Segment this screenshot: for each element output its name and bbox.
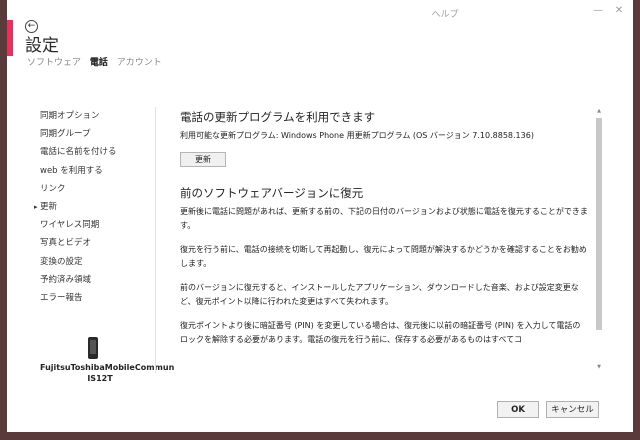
sidebar-item-sync-groups[interactable]: 同期グループ bbox=[40, 125, 152, 143]
settings-window: ヘルプ — ✕ ← 設定 ソフトウェア 電話 アカウント 同期オプション 同期グ… bbox=[7, 0, 633, 432]
sidebar-item-update[interactable]: 更新 bbox=[40, 198, 152, 216]
sidebar-item-links[interactable]: リンク bbox=[40, 180, 152, 198]
divider bbox=[155, 107, 156, 373]
restore-paragraph-3: 前のバージョンに復元すると、インストールしたアプリケーション、ダウンロードした音… bbox=[180, 283, 579, 306]
phone-icon bbox=[88, 337, 98, 359]
tab-software[interactable]: ソフトウェア bbox=[27, 58, 81, 68]
sidebar-item-photos-videos[interactable]: 写真とビデオ bbox=[40, 234, 152, 252]
restore-paragraph-4: 復元ポイントより後に暗証番号 (PIN) を変更している場合は、復元後に以前の暗… bbox=[180, 321, 581, 344]
update-info: 利用可能な更新プログラム: Windows Phone 用更新プログラム (OS… bbox=[180, 131, 534, 140]
sidebar-item-name-phone[interactable]: 電話に名前を付ける bbox=[40, 143, 152, 161]
restore-paragraph-2: 復元を行う前に、電話の接続を切断して再起動し、復元によって問題が解決するかどうか… bbox=[180, 245, 587, 268]
minimize-icon[interactable]: — bbox=[592, 5, 604, 17]
tab-phone[interactable]: 電話 bbox=[90, 58, 108, 68]
update-button[interactable]: 更新 bbox=[180, 152, 226, 167]
scroll-down-icon[interactable]: ▼ bbox=[596, 364, 602, 370]
restore-heading: 前のソフトウェアバージョンに復元 bbox=[180, 186, 364, 200]
cancel-button[interactable]: キャンセル bbox=[546, 401, 599, 418]
close-icon[interactable]: ✕ bbox=[613, 5, 625, 17]
sidebar-item-use-web[interactable]: web を利用する bbox=[40, 162, 152, 180]
update-heading: 電話の更新プログラムを利用できます bbox=[180, 110, 376, 124]
sidebar-item-error-report[interactable]: エラー報告 bbox=[40, 289, 152, 307]
sidebar-item-wireless-sync[interactable]: ワイヤレス同期 bbox=[40, 216, 152, 234]
tab-account[interactable]: アカウント bbox=[117, 58, 162, 68]
sidebar-item-sync-options[interactable]: 同期オプション bbox=[40, 107, 152, 125]
tab-bar: ソフトウェア 電話 アカウント bbox=[27, 55, 168, 68]
sidebar: 同期オプション 同期グループ 電話に名前を付ける web を利用する リンク 更… bbox=[40, 107, 152, 307]
sidebar-item-reserved-space[interactable]: 予約済み領域 bbox=[40, 271, 152, 289]
page-title: 設定 bbox=[25, 36, 59, 56]
scrollbar[interactable]: ▲ ▼ bbox=[596, 108, 602, 370]
title-bar: ヘルプ — ✕ bbox=[7, 0, 633, 22]
device-name: FujitsuToshibaMobileCommun IS12T bbox=[40, 363, 175, 383]
scroll-up-icon[interactable]: ▲ bbox=[596, 108, 602, 114]
sidebar-item-conversion[interactable]: 変換の設定 bbox=[40, 253, 152, 271]
window-title: ヘルプ bbox=[431, 10, 459, 20]
ok-button[interactable]: OK bbox=[497, 401, 539, 418]
content-pane: 電話の更新プログラムを利用できます 利用可能な更新プログラム: Windows … bbox=[180, 109, 588, 371]
scroll-thumb[interactable] bbox=[596, 118, 602, 330]
accent-bar bbox=[7, 20, 13, 56]
restore-paragraph-1: 更新後に電話に問題があれば、更新する前の、下記の日付のバージョンおよび状態に電話… bbox=[180, 207, 588, 230]
